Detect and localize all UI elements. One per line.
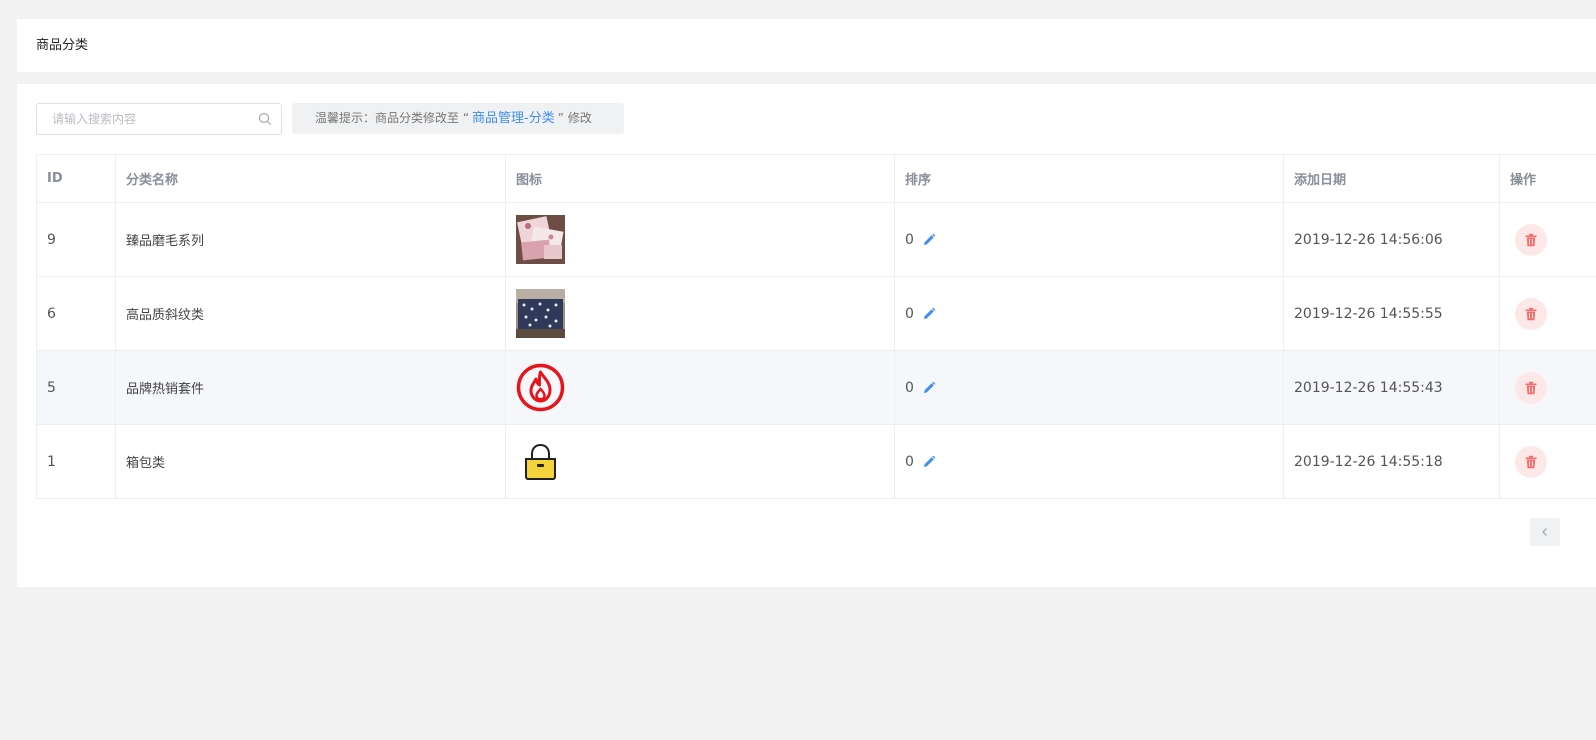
column-header-id: ID [36,154,116,203]
cell-sort: 0 [894,424,1284,499]
table-row: 1 箱包类 0 2019-12-26 14:55:18 [36,424,1596,499]
cell-name: 高品质斜纹类 [115,276,506,351]
cell-actions [1499,202,1596,277]
cell-name: 品牌热销套件 [115,350,506,425]
cell-name: 箱包类 [115,424,506,499]
search-input[interactable] [37,104,262,134]
cell-id: 5 [36,350,116,425]
category-thumbnail [516,215,565,264]
pencil-icon[interactable] [922,233,936,247]
column-header-sort: 排序 [894,154,1284,203]
pencil-icon[interactable] [922,381,936,395]
trash-icon [1525,307,1537,320]
pagination-prev-button[interactable] [1530,518,1560,546]
trash-icon [1525,455,1537,468]
table-row: 6 高品质斜纹类 0 2019-12-26 14:55:55 [36,276,1596,351]
column-header-actions: 操作 [1499,154,1596,203]
category-thumbnail [516,289,565,338]
sort-value: 0 [905,379,914,396]
search-icon[interactable] [258,112,272,126]
delete-button[interactable] [1515,297,1547,330]
cell-icon [505,424,895,499]
cell-icon [505,276,895,351]
cell-date: 2019-12-26 14:55:55 [1283,276,1500,351]
search-box[interactable] [36,103,282,135]
tip-link[interactable]: 商品管理-分类 [472,111,555,126]
cell-id: 6 [36,276,116,351]
delete-button[interactable] [1515,445,1547,478]
column-header-name: 分类名称 [115,154,506,203]
cell-id: 9 [36,202,116,277]
page-title: 商品分类 [36,38,89,53]
column-header-date: 添加日期 [1283,154,1500,203]
sort-value: 0 [905,231,914,248]
table-row: 9 臻品磨毛系列 0 2019-12-26 14:56:06 [36,202,1596,277]
handbag-icon [525,443,556,480]
cell-name: 臻品磨毛系列 [115,202,506,277]
cell-date: 2019-12-26 14:56:06 [1283,202,1500,277]
column-header-icon: 图标 [505,154,895,203]
cell-sort: 0 [894,276,1284,351]
cell-icon [505,202,895,277]
cell-sort: 0 [894,350,1284,425]
main-panel: 温馨提示：商品分类修改至 “商品管理-分类” 修改 ID 分类名称 图标 排序 … [17,84,1596,587]
table-header-row: ID 分类名称 图标 排序 添加日期 操作 [36,154,1596,203]
table-row: 5 品牌热销套件 0 2019-12-26 14:55:43 [36,350,1596,425]
tip-prefix: 温馨提示：商品分类修改至 “ [315,111,470,125]
sort-value: 0 [905,305,914,322]
cell-date: 2019-12-26 14:55:18 [1283,424,1500,499]
delete-button[interactable] [1515,223,1547,256]
chevron-left-icon [1542,528,1547,536]
cell-actions [1499,276,1596,351]
cell-sort: 0 [894,202,1284,277]
cell-icon [505,350,895,425]
cell-id: 1 [36,424,116,499]
delete-button[interactable] [1515,371,1547,404]
pencil-icon[interactable] [922,307,936,321]
cell-date: 2019-12-26 14:55:43 [1283,350,1500,425]
cell-actions [1499,424,1596,499]
trash-icon [1525,381,1537,394]
tip-banner: 温馨提示：商品分类修改至 “商品管理-分类” 修改 [292,103,624,134]
category-table: ID 分类名称 图标 排序 添加日期 操作 9 臻品磨毛系列 0 2019-12… [36,154,1596,499]
cell-actions [1499,350,1596,425]
trash-icon [1525,233,1537,246]
tip-suffix: ” 修改 [557,111,592,125]
sort-value: 0 [905,453,914,470]
pencil-icon[interactable] [922,455,936,469]
fire-icon [516,363,565,412]
page-header: 商品分类 [17,19,1596,72]
